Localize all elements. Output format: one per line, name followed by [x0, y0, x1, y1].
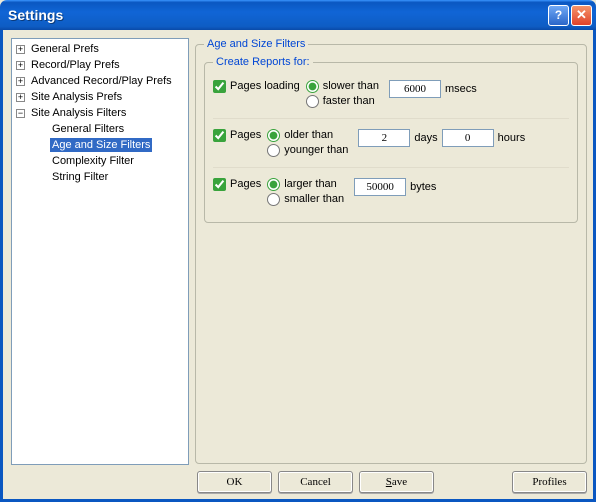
input-hours[interactable] — [442, 129, 494, 147]
radio-slower-than-input[interactable] — [306, 80, 319, 93]
settings-window: Settings ? ✕ + General Prefs + Record/Pl… — [0, 0, 596, 502]
check-pages-age-input[interactable] — [213, 129, 226, 142]
tree-item-record-play-prefs[interactable]: + Record/Play Prefs — [14, 57, 188, 73]
check-pages-size[interactable]: Pages — [213, 178, 261, 191]
radio-older-than-label: older than — [284, 129, 333, 142]
panel-title: Age and Size Filters — [204, 38, 308, 50]
check-pages-age[interactable]: Pages — [213, 129, 261, 142]
expand-icon[interactable]: + — [16, 61, 25, 70]
row-pages-loading: Pages loading slower than faster than — [213, 74, 569, 114]
titlebar-buttons: ? ✕ — [548, 5, 592, 26]
body-row: + General Prefs + Record/Play Prefs + Ad… — [11, 38, 587, 465]
right-pane: Age and Size Filters Create Reports for:… — [195, 38, 587, 465]
radio-faster-than[interactable]: faster than — [306, 95, 379, 108]
check-pages-size-label: Pages — [230, 178, 261, 191]
tree-item-site-analysis-filters[interactable]: − Site Analysis Filters — [14, 105, 188, 121]
profiles-button[interactable]: Profiles — [512, 471, 587, 493]
row-pages-age: Pages older than younger than — [213, 118, 569, 163]
radio-younger-than-input[interactable] — [267, 144, 280, 157]
ok-button[interactable]: OK — [197, 471, 272, 493]
tree-label: Record/Play Prefs — [29, 58, 122, 72]
save-post: ave — [392, 476, 407, 488]
radio-larger-than-label: larger than — [284, 178, 337, 191]
unit-bytes: bytes — [410, 178, 436, 196]
check-pages-loading-label: Pages loading — [230, 80, 300, 93]
help-button[interactable]: ? — [548, 5, 569, 26]
expand-icon[interactable]: + — [16, 77, 25, 86]
radios-age: older than younger than — [267, 129, 348, 157]
radio-larger-than[interactable]: larger than — [267, 178, 344, 191]
tree-label: String Filter — [50, 170, 110, 184]
tree-item-complexity-filter[interactable]: Complexity Filter — [14, 153, 188, 169]
radio-smaller-than[interactable]: smaller than — [267, 193, 344, 206]
radio-faster-than-label: faster than — [323, 95, 375, 108]
tree-label: Age and Size Filters — [50, 138, 152, 152]
save-button[interactable]: Save — [359, 471, 434, 493]
unit-msecs: msecs — [445, 80, 477, 98]
check-pages-loading[interactable]: Pages loading — [213, 80, 300, 93]
titlebar: Settings ? ✕ — [0, 0, 596, 30]
unit-hours: hours — [498, 129, 526, 147]
create-reports-group: Create Reports for: Pages loading slower… — [204, 56, 578, 223]
tree-label: Complexity Filter — [50, 154, 136, 168]
radio-larger-than-input[interactable] — [267, 178, 280, 191]
input-days[interactable] — [358, 129, 410, 147]
radio-older-than-input[interactable] — [267, 129, 280, 142]
tree-item-advanced-record-play-prefs[interactable]: + Advanced Record/Play Prefs — [14, 73, 188, 89]
buttons-row: OK Cancel Save Profiles — [197, 465, 587, 493]
row-pages-size: Pages larger than smaller than — [213, 167, 569, 212]
radio-smaller-than-input[interactable] — [267, 193, 280, 206]
radio-younger-than-label: younger than — [284, 144, 348, 157]
tree-label: Advanced Record/Play Prefs — [29, 74, 174, 88]
radios-loading: slower than faster than — [306, 80, 379, 108]
input-loading-msecs[interactable] — [389, 80, 441, 98]
check-pages-size-input[interactable] — [213, 178, 226, 191]
expand-icon[interactable]: + — [16, 45, 25, 54]
tree-label: Site Analysis Prefs — [29, 90, 124, 104]
tree-label: Site Analysis Filters — [29, 106, 128, 120]
client-area: + General Prefs + Record/Play Prefs + Ad… — [0, 30, 596, 502]
radio-faster-than-input[interactable] — [306, 95, 319, 108]
window-title: Settings — [8, 7, 548, 23]
check-pages-loading-input[interactable] — [213, 80, 226, 93]
tree-item-general-filters[interactable]: General Filters — [14, 121, 188, 137]
tree-item-age-and-size-filters[interactable]: Age and Size Filters — [14, 137, 188, 153]
collapse-icon[interactable]: − — [16, 109, 25, 118]
input-bytes[interactable] — [354, 178, 406, 196]
tree-item-site-analysis-prefs[interactable]: + Site Analysis Prefs — [14, 89, 188, 105]
radios-size: larger than smaller than — [267, 178, 344, 206]
settings-tree[interactable]: + General Prefs + Record/Play Prefs + Ad… — [11, 38, 189, 465]
radio-older-than[interactable]: older than — [267, 129, 348, 142]
tree-label: General Prefs — [29, 42, 101, 56]
radio-younger-than[interactable]: younger than — [267, 144, 348, 157]
tree-label: General Filters — [50, 122, 126, 136]
tree-item-general-prefs[interactable]: + General Prefs — [14, 41, 188, 57]
unit-days: days — [414, 129, 437, 147]
age-size-filters-group: Age and Size Filters Create Reports for:… — [195, 38, 587, 464]
close-button[interactable]: ✕ — [571, 5, 592, 26]
tree-item-string-filter[interactable]: String Filter — [14, 169, 188, 185]
radio-smaller-than-label: smaller than — [284, 193, 344, 206]
cancel-button[interactable]: Cancel — [278, 471, 353, 493]
expand-icon[interactable]: + — [16, 93, 25, 102]
check-pages-age-label: Pages — [230, 129, 261, 142]
create-reports-legend: Create Reports for: — [213, 56, 313, 68]
radio-slower-than[interactable]: slower than — [306, 80, 379, 93]
radio-slower-than-label: slower than — [323, 80, 379, 93]
